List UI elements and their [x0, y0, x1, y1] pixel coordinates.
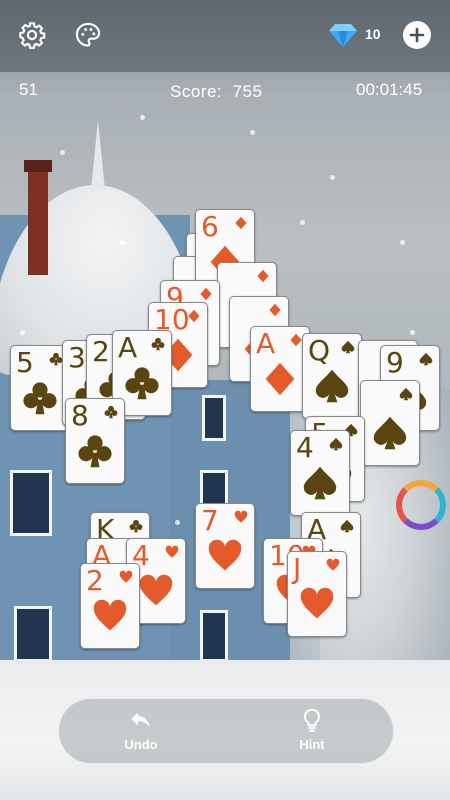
plus-icon[interactable] [403, 21, 431, 49]
playing-card[interactable]: A [250, 326, 310, 412]
house-window [14, 606, 52, 662]
spade-icon [419, 352, 433, 366]
lightbulb-icon [303, 708, 321, 732]
bottom-bar: Undo Hint [58, 698, 394, 764]
diamond-icon [289, 333, 303, 347]
playing-card[interactable]: 8 [65, 398, 125, 484]
heart-icon [326, 558, 340, 572]
playing-card[interactable]: 2 [80, 563, 140, 649]
playing-card[interactable]: 5 [10, 345, 70, 431]
heart-icon [138, 573, 174, 609]
card-rank: J [293, 552, 302, 585]
diamond-icon [187, 309, 201, 323]
chimney [28, 165, 48, 275]
heart-icon [234, 510, 248, 524]
playing-card[interactable] [360, 380, 420, 466]
chimney-cap [24, 160, 52, 172]
card-rank: 8 [71, 399, 89, 432]
card-rank: 9 [386, 346, 404, 379]
card-rank: 4 [296, 431, 314, 464]
score-value: 755 [232, 82, 263, 101]
card-rank: 2 [86, 564, 104, 597]
spade-icon [341, 340, 355, 354]
heart-icon [165, 545, 179, 559]
spade-icon [314, 368, 350, 404]
spade-icon [329, 437, 343, 451]
undo-label: Undo [124, 737, 158, 752]
score-display: Score: 755 [170, 82, 262, 102]
hint-button[interactable]: Hint [267, 707, 357, 757]
club-icon [49, 352, 63, 366]
club-icon [22, 380, 58, 416]
club-icon [104, 405, 118, 419]
card-rank: 5 [16, 346, 34, 379]
status-bar: 51 Score: 755 00:01:45 [0, 72, 450, 108]
card-rank: 6 [201, 210, 219, 243]
tower-spire [91, 120, 105, 190]
spade-icon [302, 465, 338, 501]
card-rank: A [118, 331, 138, 364]
playing-card[interactable]: Q [302, 333, 362, 419]
undo-button[interactable]: Undo [96, 707, 186, 757]
timer: 00:01:45 [356, 80, 423, 99]
playing-card[interactable]: J [287, 551, 347, 637]
club-icon [151, 337, 165, 351]
heart-icon [207, 538, 243, 574]
playing-card[interactable]: 4 [290, 430, 350, 516]
spade-icon [399, 387, 413, 401]
gear-icon[interactable] [15, 18, 49, 52]
diamond-icon [234, 216, 248, 230]
club-icon [77, 433, 113, 469]
diamond-icon [262, 361, 298, 397]
palette-icon[interactable] [71, 18, 105, 52]
hint-label: Hint [299, 737, 325, 752]
heart-icon [119, 570, 133, 584]
gem-count: 10 [365, 26, 381, 42]
house-window [10, 470, 52, 536]
color-wheel-icon[interactable] [396, 480, 446, 530]
diamond-icon [326, 18, 360, 52]
card-rank: 2 [92, 335, 110, 368]
card-rank: Q [308, 334, 331, 367]
moves-count: 51 [19, 80, 38, 99]
score-label: Score: [170, 82, 223, 101]
playing-card[interactable]: 7 [195, 503, 255, 589]
undo-icon [131, 712, 150, 727]
diamond-icon [199, 287, 213, 301]
house-window [202, 395, 226, 441]
spade-icon [372, 415, 408, 451]
card-rank: A [256, 327, 276, 360]
spade-icon [340, 519, 354, 533]
heart-icon [92, 598, 128, 634]
house-window [200, 610, 228, 662]
diamond-icon [256, 269, 270, 283]
club-icon [129, 519, 143, 533]
diamond-icon [268, 303, 282, 317]
heart-icon [299, 586, 335, 622]
card-rank: 3 [68, 341, 86, 374]
top-bar: 10 [0, 0, 450, 72]
club-icon [124, 365, 160, 401]
card-rank: 7 [201, 504, 219, 537]
